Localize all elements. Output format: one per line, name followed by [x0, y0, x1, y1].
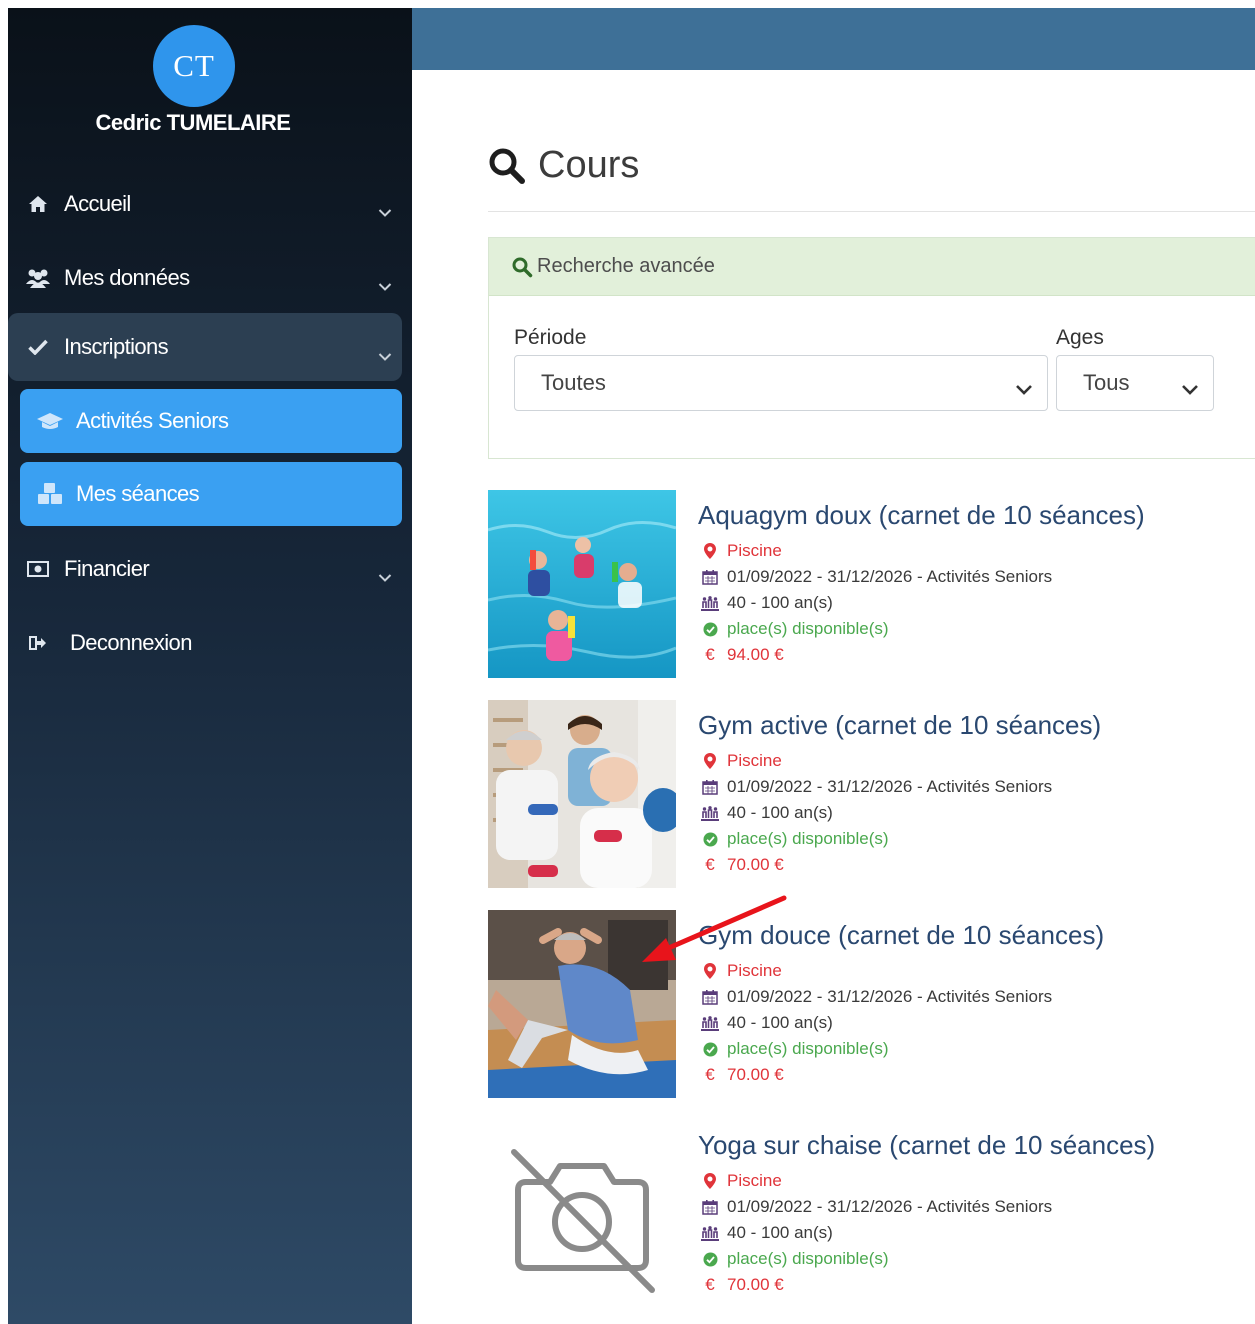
- map-marker-icon: [701, 753, 719, 769]
- check-circle-icon: [701, 1252, 719, 1267]
- course-price: € 70.00 €: [701, 1275, 783, 1295]
- euro-icon: €: [705, 1275, 715, 1294]
- top-bar: [412, 8, 1255, 70]
- check-icon: [24, 339, 52, 355]
- calendar-icon: [701, 1199, 719, 1215]
- map-marker-icon: [701, 1173, 719, 1189]
- course-title[interactable]: Aquagym doux (carnet de 10 séances): [698, 500, 1145, 531]
- course-item[interactable]: Yoga sur chaise (carnet de 10 séances) P…: [488, 1120, 1255, 1310]
- users-icon: [24, 268, 52, 288]
- no-image-camera-icon[interactable]: [488, 1120, 676, 1308]
- avatar[interactable]: CT: [153, 25, 235, 107]
- period-label: Période: [514, 326, 587, 349]
- course-title[interactable]: Gym active (carnet de 10 séances): [698, 710, 1101, 741]
- ages-select-value: Tous: [1083, 370, 1130, 395]
- graduation-cap-icon: [34, 412, 66, 430]
- sidebar-item-label: Inscriptions: [64, 334, 169, 359]
- course-title[interactable]: Gym douce (carnet de 10 séances): [698, 920, 1104, 951]
- sidebar-item-label: Activités Seniors: [76, 408, 229, 433]
- course-dates: 01/09/2022 - 31/12/2026 - Activités Seni…: [701, 1197, 1052, 1217]
- advanced-search-panel: Recherche avancée Période Toutes Ages To…: [488, 237, 1255, 459]
- advanced-search-header[interactable]: Recherche avancée: [489, 238, 1255, 296]
- sidebar-item-accueil[interactable]: Accueil: [8, 172, 402, 236]
- course-price: € 70.00 €: [701, 1065, 783, 1085]
- money-icon: [24, 561, 52, 577]
- sidebar-item-mes-seances[interactable]: Mes séances: [20, 462, 402, 526]
- chevron-down-icon: [378, 198, 392, 224]
- course-availability: place(s) disponible(s): [701, 1249, 889, 1269]
- course-title[interactable]: Yoga sur chaise (carnet de 10 séances): [698, 1130, 1155, 1161]
- period-select[interactable]: Toutes: [514, 355, 1048, 411]
- chevron-down-icon: [1181, 376, 1199, 402]
- euro-icon: €: [705, 855, 715, 874]
- course-location: Piscine: [701, 1171, 782, 1191]
- check-circle-icon: [701, 622, 719, 637]
- course-dates: 01/09/2022 - 31/12/2026 - Activités Seni…: [701, 567, 1052, 587]
- sidebar: CT Cedric TUMELAIRE Accueil Mes données: [8, 8, 412, 1324]
- map-marker-icon: [701, 963, 719, 979]
- course-availability: place(s) disponible(s): [701, 1039, 889, 1059]
- user-name: Cedric TUMELAIRE: [95, 110, 291, 135]
- course-ages: 40 - 100 an(s): [701, 1223, 833, 1243]
- sidebar-item-label: Financier: [64, 556, 150, 581]
- chevron-down-icon: [378, 342, 392, 368]
- search-icon: [511, 256, 533, 278]
- sidebar-item-label: Accueil: [64, 191, 131, 216]
- check-circle-icon: [701, 832, 719, 847]
- calendar-icon: [701, 569, 719, 585]
- course-item[interactable]: Gym douce (carnet de 10 séances) Piscine…: [488, 910, 1255, 1100]
- course-price: € 94.00 €: [701, 645, 783, 665]
- cubes-icon: [34, 482, 66, 506]
- chevron-down-icon: [1015, 376, 1033, 402]
- home-icon: [24, 195, 52, 213]
- course-price: € 70.00 €: [701, 855, 783, 875]
- sidebar-item-label: Mes séances: [76, 481, 200, 506]
- sidebar-item-label: Mes données: [64, 265, 190, 290]
- sign-out-icon: [24, 635, 52, 651]
- course-location: Piscine: [701, 541, 782, 561]
- ages-label: Ages: [1056, 326, 1104, 349]
- map-marker-icon: [701, 543, 719, 559]
- sidebar-item-financier[interactable]: Financier: [8, 537, 402, 601]
- course-dates: 01/09/2022 - 31/12/2026 - Activités Seni…: [701, 987, 1052, 1007]
- euro-icon: €: [705, 1065, 715, 1084]
- sidebar-item-label: Deconnexion: [70, 630, 192, 655]
- sidebar-item-inscriptions[interactable]: Inscriptions: [8, 313, 402, 381]
- ages-select[interactable]: Tous: [1056, 355, 1214, 411]
- check-circle-icon: [701, 1042, 719, 1057]
- course-item[interactable]: Aquagym doux (carnet de 10 séances) Pisc…: [488, 490, 1255, 680]
- title-divider: [488, 211, 1255, 212]
- chevron-down-icon: [378, 563, 392, 589]
- course-image-pool[interactable]: [488, 490, 676, 678]
- course-ages: 40 - 100 an(s): [701, 593, 833, 613]
- page-title: Cours: [488, 144, 639, 187]
- search-icon: [488, 147, 526, 185]
- course-ages: 40 - 100 an(s): [701, 1013, 833, 1033]
- course-ages: 40 - 100 an(s): [701, 803, 833, 823]
- app-window: CT Cedric TUMELAIRE Accueil Mes données: [0, 0, 1255, 1324]
- course-availability: place(s) disponible(s): [701, 829, 889, 849]
- advanced-search-label: Recherche avancée: [537, 255, 715, 277]
- chevron-down-icon: [378, 272, 392, 298]
- people-group-icon: [701, 595, 719, 611]
- euro-icon: €: [705, 645, 715, 664]
- sidebar-item-mes-donnees[interactable]: Mes données: [8, 246, 402, 310]
- period-select-value: Toutes: [541, 370, 606, 395]
- course-item[interactable]: Gym active (carnet de 10 séances) Piscin…: [488, 700, 1255, 890]
- course-image-dumbbell[interactable]: [488, 700, 676, 888]
- sidebar-item-activites-seniors[interactable]: Activités Seniors: [20, 389, 402, 453]
- course-image-situp[interactable]: [488, 910, 676, 1098]
- calendar-icon: [701, 779, 719, 795]
- calendar-icon: [701, 989, 719, 1005]
- people-group-icon: [701, 805, 719, 821]
- course-location: Piscine: [701, 961, 782, 981]
- course-location: Piscine: [701, 751, 782, 771]
- people-group-icon: [701, 1015, 719, 1031]
- course-dates: 01/09/2022 - 31/12/2026 - Activités Seni…: [701, 777, 1052, 797]
- sidebar-item-deconnexion[interactable]: Deconnexion: [8, 611, 402, 675]
- page-title-text: Cours: [538, 144, 640, 186]
- avatar-initials: CT: [173, 48, 215, 83]
- course-availability: place(s) disponible(s): [701, 619, 889, 639]
- people-group-icon: [701, 1225, 719, 1241]
